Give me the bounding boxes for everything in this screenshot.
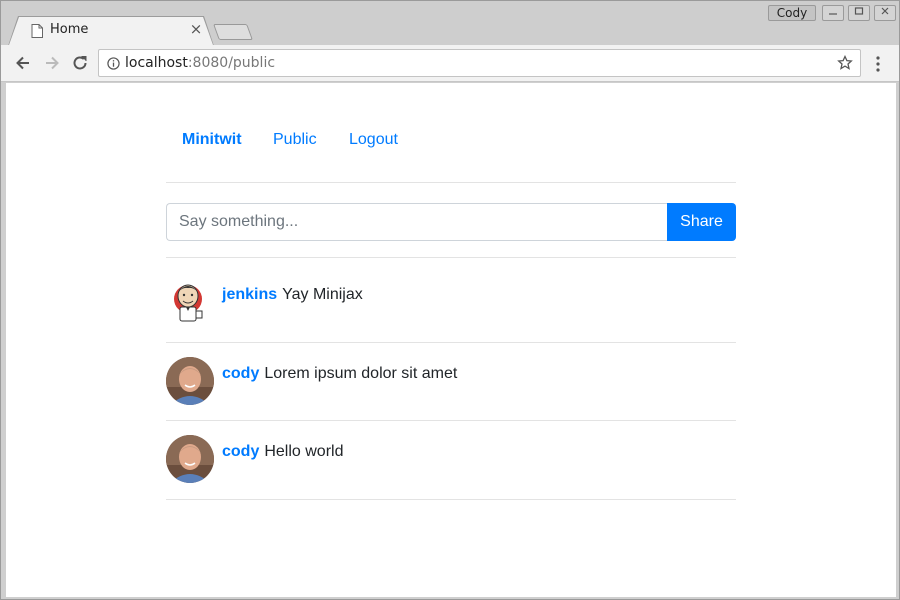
page-viewport: Minitwit Public Logout Share (6, 83, 896, 597)
message-body: Yay Minijax (282, 286, 363, 303)
message-text: jenkins Yay Minijax (222, 286, 363, 304)
forward-arrow-icon[interactable] (42, 53, 62, 73)
back-arrow-icon[interactable] (13, 53, 33, 73)
share-button[interactable]: Share (667, 203, 736, 241)
message-body: Lorem ipsum dolor sit amet (264, 365, 458, 382)
message-text: cody Lorem ipsum dolor sit amet (222, 365, 457, 383)
bookmark-star-icon[interactable] (837, 55, 853, 71)
divider (166, 257, 736, 258)
tab-title: Home (50, 22, 89, 37)
message-input[interactable] (166, 203, 668, 241)
nav-link-logout[interactable]: Logout (349, 131, 398, 149)
new-tab-button[interactable] (213, 24, 253, 40)
post-form: Share (166, 203, 736, 241)
browser-window: Home × Cody localhost:8080/public Minitw… (0, 0, 900, 600)
info-icon[interactable] (107, 57, 120, 70)
message-text: cody Hello world (222, 443, 343, 461)
message-item: cody Hello world (166, 421, 736, 499)
page-icon (31, 24, 43, 38)
divider (166, 499, 736, 500)
avatar-cody (166, 435, 214, 483)
message-author-link[interactable]: cody (222, 443, 259, 460)
close-tab-icon[interactable]: × (189, 21, 203, 37)
divider (166, 182, 736, 183)
message-author-link[interactable]: jenkins (222, 286, 277, 303)
url-text: localhost:8080/public (125, 55, 276, 71)
message-body: Hello world (264, 443, 344, 460)
avatar-jenkins (166, 278, 214, 326)
tab-home[interactable]: Home × (9, 17, 213, 45)
kebab-menu-icon[interactable] (872, 55, 884, 73)
avatar-cody (166, 357, 214, 405)
window-close-icon[interactable] (874, 5, 896, 21)
message-item: cody Lorem ipsum dolor sit amet (166, 343, 736, 421)
brand-link[interactable]: Minitwit (182, 131, 242, 149)
address-bar[interactable]: localhost:8080/public (98, 49, 861, 77)
message-item: jenkins Yay Minijax (166, 264, 736, 342)
minimize-icon[interactable] (822, 5, 844, 21)
maximize-icon[interactable] (848, 5, 870, 21)
reload-icon[interactable] (70, 53, 90, 73)
profile-name[interactable]: Cody (768, 5, 816, 21)
browser-toolbar: localhost:8080/public (1, 45, 899, 82)
tab-strip: Home × Cody (1, 1, 899, 46)
nav-link-public[interactable]: Public (273, 131, 317, 149)
message-author-link[interactable]: cody (222, 365, 259, 382)
